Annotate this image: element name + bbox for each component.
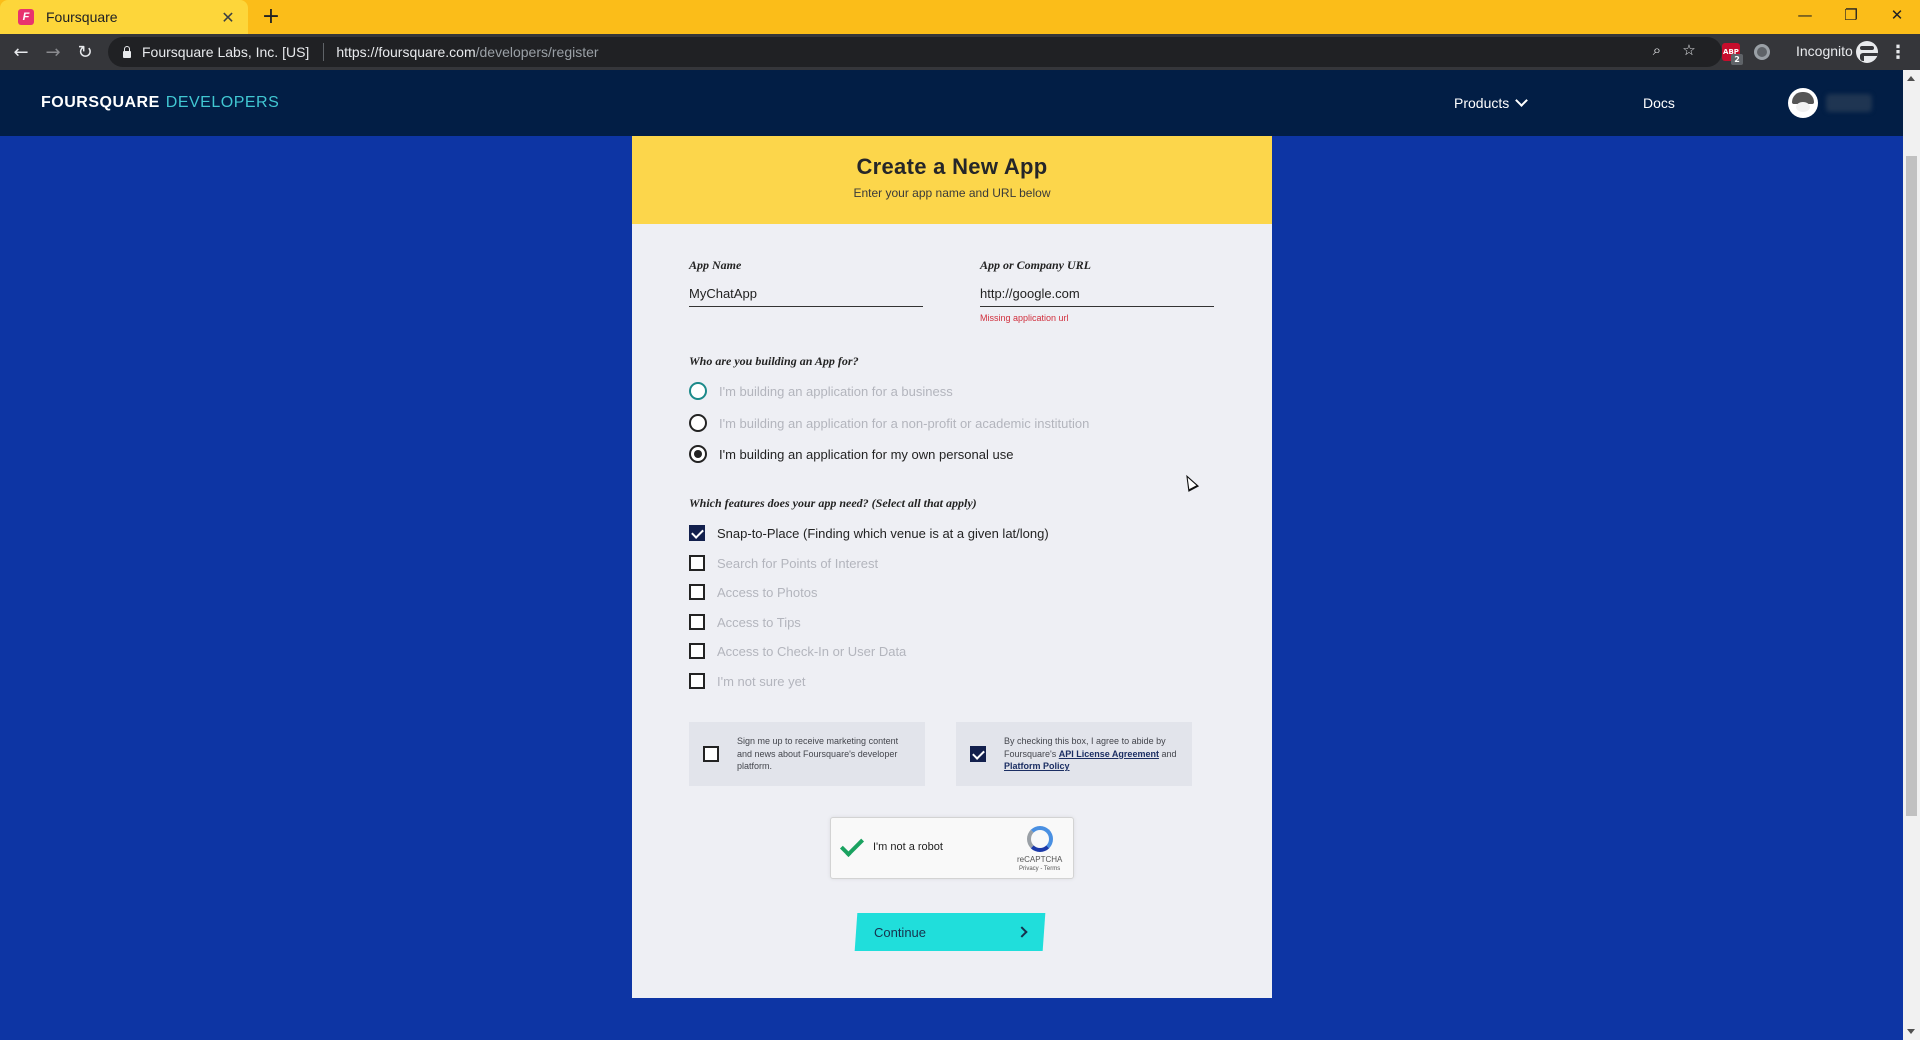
star-icon[interactable]: ☆ bbox=[1678, 39, 1700, 61]
continue-label: Continue bbox=[874, 924, 927, 940]
feature-snap-to-place[interactable]: Snap-to-Place (Finding which venue is at… bbox=[689, 524, 1049, 542]
ev-certificate-label[interactable]: Foursquare Labs, Inc. [US] bbox=[142, 44, 309, 60]
chevron-right-icon bbox=[1016, 926, 1028, 938]
avatar[interactable] bbox=[1788, 88, 1818, 118]
radio-button[interactable] bbox=[689, 445, 707, 463]
chevron-down-icon bbox=[1515, 93, 1529, 107]
radio-label: I'm building an application for a busine… bbox=[719, 383, 953, 399]
app-url-label: App or Company URL bbox=[980, 258, 1092, 272]
nav-docs-link[interactable]: Docs bbox=[1643, 95, 1675, 111]
checkbox[interactable] bbox=[689, 584, 705, 600]
marketing-consent-text: Sign me up to receive marketing content … bbox=[737, 736, 899, 772]
forward-button[interactable]: → bbox=[40, 39, 66, 65]
audience-question: Who are you building an App for? bbox=[689, 354, 859, 368]
new-tab-button[interactable]: + bbox=[258, 4, 284, 30]
radio-label: I'm building an application for my own p… bbox=[719, 446, 1014, 462]
brand-sub: DEVELOPERS bbox=[165, 94, 280, 111]
scrollbar-thumb[interactable] bbox=[1906, 156, 1917, 816]
radio-audience-business[interactable]: I'm building an application for a busine… bbox=[689, 381, 953, 401]
checkbox[interactable] bbox=[689, 614, 705, 630]
app-url-input[interactable] bbox=[980, 281, 1214, 307]
continue-button[interactable]: Continue bbox=[854, 913, 1046, 951]
terms-consent-text: By checking this box, I agree to abide b… bbox=[1004, 735, 1182, 773]
radio-label: I'm building an application for a non-pr… bbox=[719, 415, 1090, 431]
brand-main: FOURSQUARE bbox=[41, 94, 160, 111]
minimize-button[interactable]: — bbox=[1782, 0, 1828, 30]
user-name-redacted[interactable] bbox=[1826, 94, 1872, 112]
browser-tab[interactable]: F Foursquare ✕ bbox=[0, 0, 248, 34]
incognito-icon[interactable] bbox=[1856, 41, 1878, 63]
checkbox-label: Access to Check-In or User Data bbox=[717, 643, 907, 659]
recaptcha-checkmark-icon[interactable] bbox=[839, 832, 865, 858]
tab-close-icon[interactable]: ✕ bbox=[218, 8, 238, 27]
reload-button[interactable]: ↻ bbox=[72, 39, 98, 65]
search-icon[interactable]: ⌕ bbox=[1646, 39, 1668, 61]
feature-checkin-user-data[interactable]: Access to Check-In or User Data bbox=[689, 642, 906, 660]
checkbox-label: I'm not sure yet bbox=[717, 673, 806, 689]
back-button[interactable]: ← bbox=[8, 39, 34, 65]
checkbox[interactable] bbox=[689, 555, 705, 571]
app-url-group: App or Company URL Missing application u… bbox=[980, 258, 1214, 323]
features-question: Which features does your app need? (Sele… bbox=[689, 496, 977, 510]
feature-not-sure[interactable]: I'm not sure yet bbox=[689, 672, 805, 690]
recaptcha-privacy-terms-links[interactable]: Privacy - Terms bbox=[1019, 866, 1060, 872]
recaptcha-widget[interactable]: I'm not a robot reCAPTCHA Privacy - Term… bbox=[830, 817, 1074, 879]
api-license-agreement-link[interactable]: API License Agreement bbox=[1059, 749, 1159, 759]
extension-circle-icon[interactable] bbox=[1754, 44, 1770, 60]
terms-consent[interactable]: By checking this box, I agree to abide b… bbox=[956, 722, 1192, 786]
address-bar[interactable]: Foursquare Labs, Inc. [US] https://fours… bbox=[108, 37, 1722, 67]
page-scrollbar[interactable] bbox=[1903, 70, 1920, 1040]
foursquare-favicon-icon: F bbox=[18, 9, 34, 25]
restore-button[interactable]: ❐ bbox=[1828, 0, 1874, 30]
marketing-consent-checkbox[interactable] bbox=[703, 746, 719, 762]
browser-tabstrip: F Foursquare ✕ + — ❐ ✕ bbox=[0, 0, 1920, 34]
radio-audience-personal[interactable]: I'm building an application for my own p… bbox=[689, 444, 1013, 464]
checkbox-label: Snap-to-Place (Finding which venue is at… bbox=[717, 525, 1049, 541]
create-app-form: Create a New App Enter your app name and… bbox=[632, 136, 1272, 998]
scroll-down-arrow-icon[interactable] bbox=[1907, 1029, 1915, 1034]
foursquare-developers-logo[interactable]: FOURSQUARE DEVELOPERS bbox=[41, 94, 279, 112]
radio-button[interactable] bbox=[689, 382, 707, 400]
close-window-button[interactable]: ✕ bbox=[1874, 0, 1920, 30]
checkbox-label: Access to Tips bbox=[717, 614, 801, 630]
browser-menu-icon[interactable]: ⋮ bbox=[1886, 39, 1910, 65]
page-title: Create a New App bbox=[856, 154, 1048, 179]
app-url-error: Missing application url bbox=[980, 313, 1069, 323]
app-name-label: App Name bbox=[689, 258, 742, 272]
nav-products-label: Products bbox=[1454, 95, 1510, 111]
tab-title: Foursquare bbox=[46, 9, 118, 25]
recaptcha-label: I'm not a robot bbox=[873, 841, 943, 853]
incognito-label: Incognito bbox=[1796, 43, 1853, 59]
scroll-up-arrow-icon[interactable] bbox=[1907, 76, 1915, 81]
recaptcha-logo-icon bbox=[1027, 826, 1053, 852]
feature-photos[interactable]: Access to Photos bbox=[689, 583, 817, 601]
terms-middle: and bbox=[1158, 748, 1177, 759]
radio-audience-nonprofit[interactable]: I'm building an application for a non-pr… bbox=[689, 413, 1089, 433]
app-name-input[interactable] bbox=[689, 281, 923, 307]
site-header: FOURSQUARE DEVELOPERS Products Docs bbox=[0, 70, 1903, 136]
feature-tips[interactable]: Access to Tips bbox=[689, 613, 801, 631]
nav-products-menu[interactable]: Products bbox=[1454, 93, 1529, 111]
page-subtitle: Enter your app name and URL below bbox=[853, 186, 1051, 200]
checkbox[interactable] bbox=[689, 673, 705, 689]
radio-button[interactable] bbox=[689, 414, 707, 432]
app-name-group: App Name bbox=[689, 258, 923, 307]
terms-consent-checkbox[interactable] bbox=[970, 746, 986, 762]
platform-policy-link[interactable]: Platform Policy bbox=[1004, 761, 1070, 771]
adblock-badge: 2 bbox=[1731, 54, 1743, 65]
url-path: /developers/register bbox=[475, 44, 599, 60]
url-separator bbox=[323, 43, 325, 61]
recaptcha-brand: reCAPTCHA bbox=[1017, 855, 1063, 864]
checkbox[interactable] bbox=[689, 643, 705, 659]
checkbox[interactable] bbox=[689, 525, 705, 541]
lock-icon[interactable] bbox=[122, 46, 132, 58]
url-host: https://foursquare.com bbox=[336, 44, 476, 60]
checkbox-label: Search for Points of Interest bbox=[717, 555, 879, 571]
checkbox-label: Access to Photos bbox=[717, 584, 818, 600]
form-header: Create a New App Enter your app name and… bbox=[632, 136, 1272, 224]
browser-toolbar: ← → ↻ Foursquare Labs, Inc. [US] https:/… bbox=[0, 34, 1920, 70]
feature-search-poi[interactable]: Search for Points of Interest bbox=[689, 554, 878, 572]
marketing-consent[interactable]: Sign me up to receive marketing content … bbox=[689, 722, 925, 786]
